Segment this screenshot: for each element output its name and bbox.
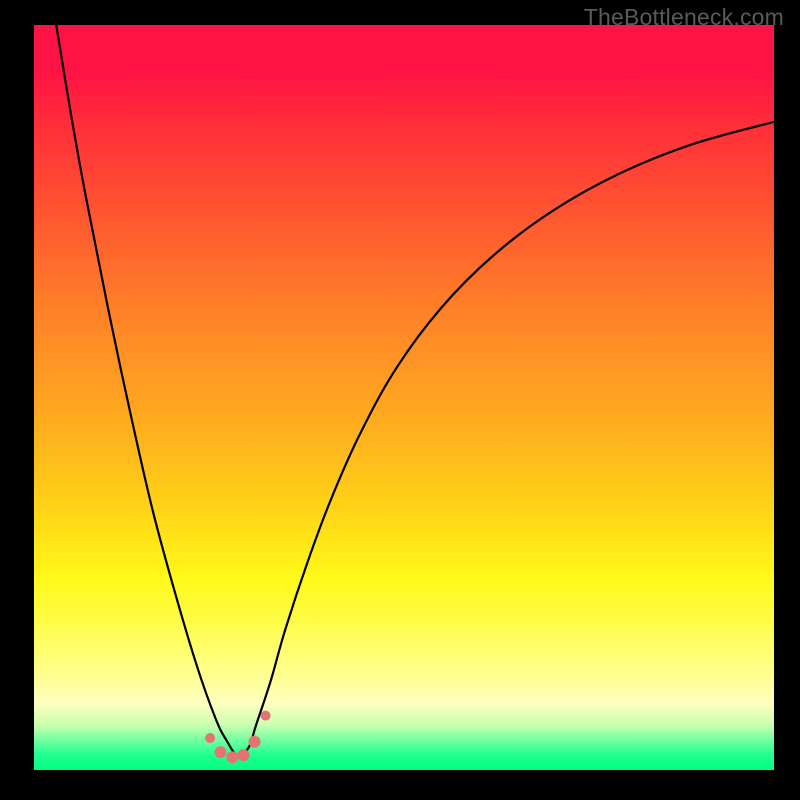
curve-marker [205,733,215,743]
curve-marker [261,711,271,721]
bottleneck-curve-path [56,25,774,755]
chart-frame: TheBottleneck.com [0,0,800,800]
watermark-text: TheBottleneck.com [584,4,784,31]
bottleneck-curve-svg [34,25,774,770]
curve-marker [237,749,249,761]
curve-marker [249,736,261,748]
curve-marker [215,746,227,758]
plot-area [34,25,774,770]
curve-marker [226,751,238,763]
